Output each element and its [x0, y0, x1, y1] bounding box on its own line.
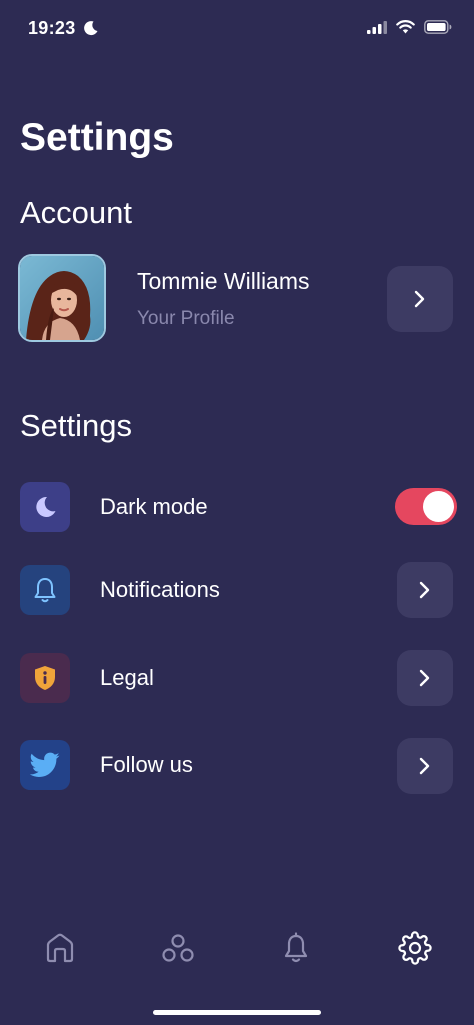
profile-chevron-button[interactable] — [387, 266, 453, 332]
status-bar: 19:23 — [0, 0, 474, 60]
follow-us-icon-tile — [20, 740, 70, 790]
settings-section-title: Settings — [20, 408, 133, 443]
battery-icon — [424, 20, 452, 39]
notifications-icon-tile — [20, 565, 70, 615]
home-indicator[interactable] — [153, 1010, 321, 1015]
chevron-right-icon — [419, 669, 430, 687]
chevron-right-icon — [414, 290, 425, 308]
twitter-icon — [30, 752, 60, 777]
profile-name[interactable]: Tommie Williams — [137, 268, 310, 295]
dark-mode-toggle[interactable] — [395, 488, 457, 525]
bell-icon — [284, 932, 308, 963]
tab-notifications[interactable] — [278, 926, 314, 970]
chevron-right-icon — [419, 757, 430, 775]
cellular-signal-icon — [367, 20, 387, 39]
legal-chevron-button[interactable] — [397, 650, 453, 706]
profile-subtitle[interactable]: Your Profile — [137, 308, 235, 330]
tab-bar — [0, 926, 474, 970]
avatar[interactable] — [18, 254, 106, 342]
do-not-disturb-moon-icon — [83, 20, 99, 41]
tab-home[interactable] — [42, 926, 78, 970]
legal-label: Legal — [100, 665, 154, 690]
follow-us-chevron-button[interactable] — [397, 738, 453, 794]
dark-mode-icon-tile — [20, 482, 70, 532]
legal-icon-tile — [20, 653, 70, 703]
page-title: Settings — [20, 116, 174, 159]
gear-icon — [398, 931, 432, 965]
notifications-label: Notifications — [100, 577, 220, 602]
bell-icon — [34, 578, 56, 603]
account-section-title: Account — [20, 195, 133, 230]
toggle-knob — [423, 491, 454, 522]
tab-settings[interactable] — [397, 926, 433, 970]
dark-mode-label: Dark mode — [100, 494, 208, 519]
moon-icon — [36, 496, 56, 517]
follow-us-label: Follow us — [100, 752, 193, 777]
community-icon — [162, 934, 194, 962]
tab-community[interactable] — [160, 926, 196, 970]
notifications-chevron-button[interactable] — [397, 562, 453, 618]
home-icon — [46, 933, 74, 963]
status-time: 19:23 — [28, 18, 76, 38]
chevron-right-icon — [419, 581, 430, 599]
shield-info-icon — [35, 666, 55, 690]
wifi-icon — [396, 20, 415, 39]
